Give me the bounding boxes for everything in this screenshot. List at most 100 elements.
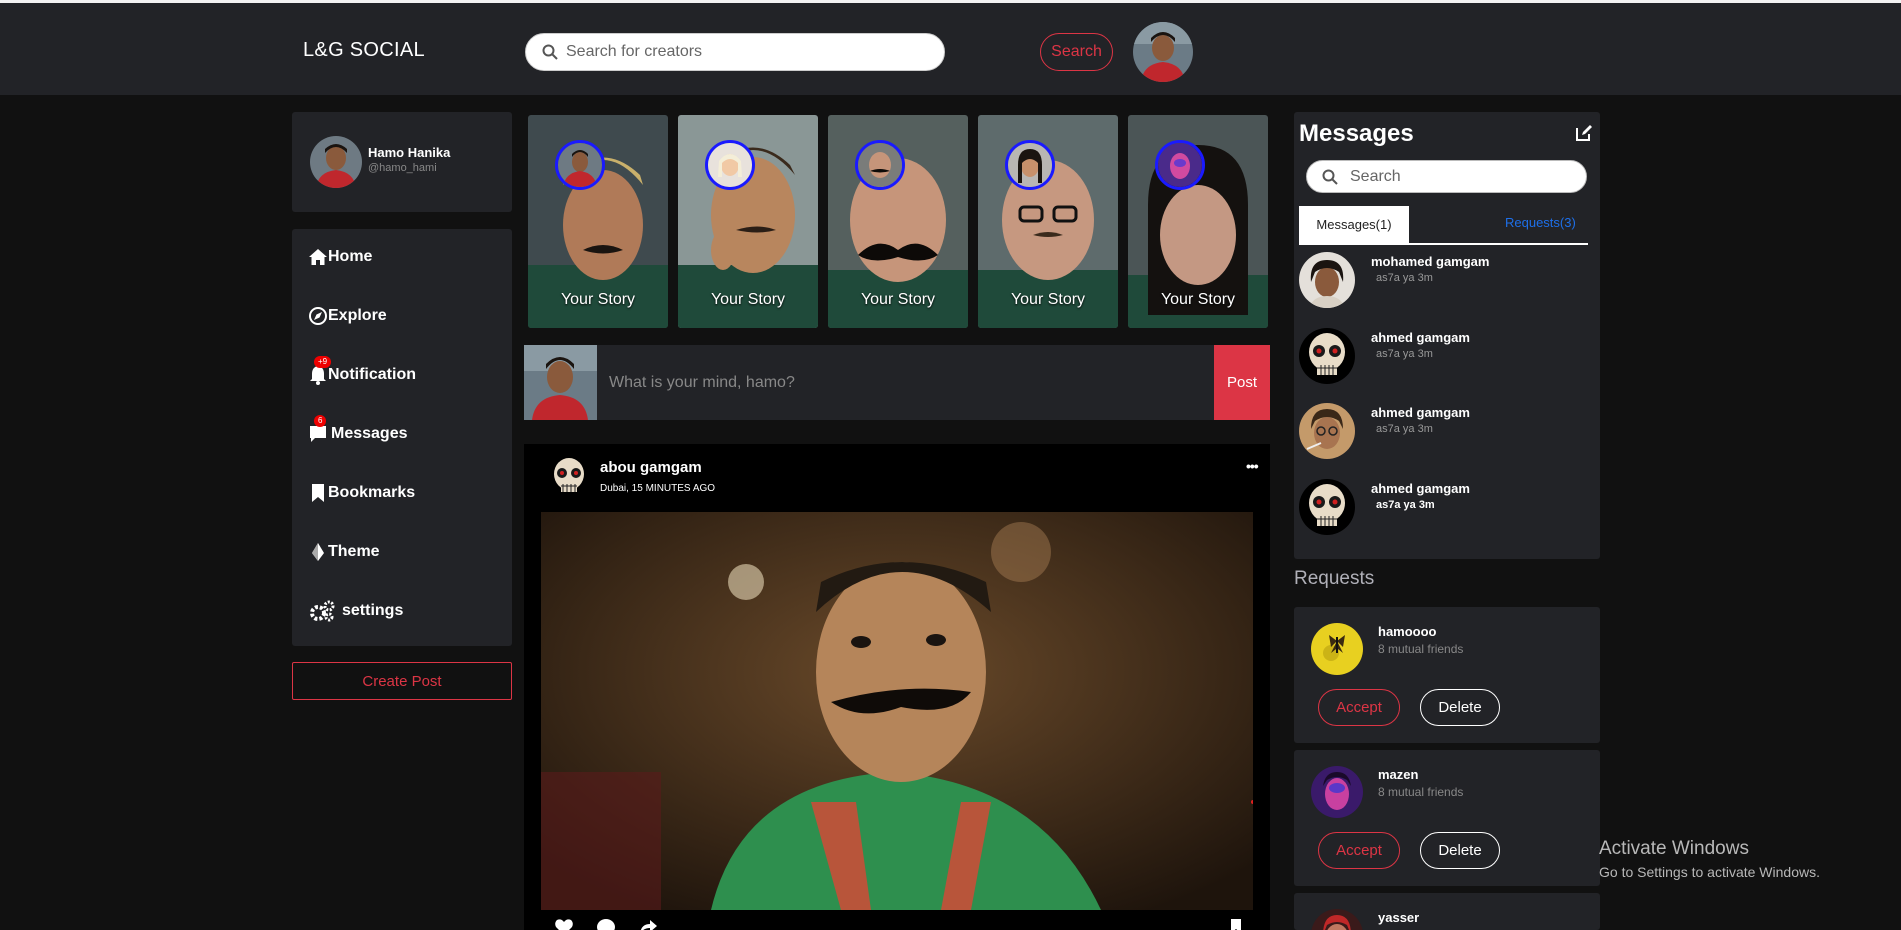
friend-request-card: yasser [1294, 893, 1600, 930]
requester-name: mazen [1378, 767, 1419, 782]
sidebar-item-home[interactable]: Home [308, 247, 372, 267]
contact-name: mohamed gamgam [1371, 254, 1490, 269]
friend-request-card: hamoooo 8 mutual friends Accept Delete [1294, 607, 1600, 743]
message-preview: as7a ya 3m [1376, 348, 1433, 360]
post-media[interactable] [541, 512, 1253, 910]
story-card[interactable]: Your Story [528, 115, 668, 328]
story-avatar [555, 140, 605, 190]
tab-requests[interactable]: Requests(3) [1505, 215, 1576, 230]
message-item[interactable]: ahmed gamgam as7a ya 3m [1299, 403, 1589, 467]
composer-input[interactable] [609, 365, 1209, 401]
mutual-friends: 8 mutual friends [1378, 785, 1464, 799]
story-card[interactable]: Your Story [678, 115, 818, 328]
sidebar-item-settings[interactable]: settings [308, 600, 404, 622]
bell-icon: +9 [308, 356, 332, 385]
search-icon [1322, 169, 1338, 185]
edit-icon[interactable] [1574, 123, 1594, 143]
bookmark-icon[interactable] [1230, 918, 1242, 930]
messages-search-box[interactable] [1306, 160, 1587, 193]
creator-search-box[interactable] [525, 33, 945, 71]
post-button[interactable]: Post [1214, 345, 1270, 420]
sidebar-item-label: Theme [328, 543, 380, 560]
story-card[interactable]: Your Story [828, 115, 968, 328]
share-icon[interactable] [638, 918, 658, 930]
profile-name: Hamo Hanika [368, 145, 451, 160]
story-avatar [855, 140, 905, 190]
post-author-avatar[interactable] [549, 456, 589, 500]
post-location-time: Dubai, 15 MINUTES AGO [600, 483, 716, 494]
profile-avatar [310, 136, 362, 188]
search-icon [542, 44, 558, 60]
story-label: Your Story [1010, 291, 1086, 308]
story-card[interactable]: Your Story [978, 115, 1118, 328]
sidebar-item-label: Home [328, 248, 373, 265]
compass-icon [308, 306, 328, 326]
bookmark-icon [308, 483, 328, 503]
gear-icon [308, 600, 336, 622]
messages-panel: Messages Messages(1) Requests(3) mohamed… [1294, 112, 1600, 559]
contact-name: ahmed gamgam [1371, 330, 1470, 345]
composer-avatar [524, 345, 597, 420]
sidebar-nav: Home Explore +9 Notification 6 Messages … [292, 229, 512, 646]
message-preview: as7a ya 3m [1376, 272, 1433, 284]
contact-avatar [1299, 403, 1355, 459]
requester-avatar [1311, 766, 1363, 818]
palette-icon [308, 542, 328, 562]
chat-icon: 6 [308, 415, 328, 444]
like-icon[interactable] [554, 918, 574, 930]
story-label: Your Story [1160, 291, 1236, 308]
story-label: Your Story [560, 291, 636, 308]
tab-divider [1299, 243, 1588, 245]
story-avatar [1005, 140, 1055, 190]
requester-name: yasser [1378, 910, 1420, 925]
delete-button[interactable]: Delete [1420, 689, 1500, 726]
activate-windows-watermark: Activate Windows Go to Settings to activ… [1599, 838, 1820, 880]
post-author-name[interactable]: abou gamgam [600, 459, 702, 476]
sidebar-item-explore[interactable]: Explore [308, 306, 387, 326]
comment-icon[interactable] [596, 918, 616, 930]
more-options-icon[interactable]: ••• [1246, 458, 1259, 474]
sidebar-item-bookmarks[interactable]: Bookmarks [308, 483, 415, 503]
tab-messages[interactable]: Messages(1) [1299, 206, 1409, 244]
contact-name: ahmed gamgam [1371, 481, 1470, 496]
accept-button[interactable]: Accept [1318, 832, 1400, 869]
sidebar-item-messages[interactable]: 6 Messages [308, 415, 408, 444]
story-avatar [1155, 140, 1205, 190]
creator-search-input[interactable] [566, 43, 926, 61]
sidebar-item-label: Explore [328, 307, 387, 324]
requester-name: hamoooo [1378, 624, 1437, 639]
stories-row: Your Story Your Story Your Story Your St… [528, 115, 1268, 328]
message-preview: as7a ya 3m [1376, 423, 1433, 435]
story-avatar [705, 140, 755, 190]
accept-button[interactable]: Accept [1318, 689, 1400, 726]
friend-request-card: mazen 8 mutual friends Accept Delete [1294, 750, 1600, 886]
post-composer: Post [524, 345, 1270, 420]
delete-button[interactable]: Delete [1420, 832, 1500, 869]
message-item[interactable]: ahmed gamgam as7a ya 3m [1299, 479, 1589, 543]
create-post-button[interactable]: Create Post [292, 662, 512, 700]
feed-post: abou gamgam Dubai, 15 MINUTES AGO ••• [524, 444, 1270, 930]
story-card[interactable]: Your Story [1128, 115, 1268, 328]
notification-badge: +9 [314, 356, 332, 368]
profile-handle: @hamo_hami [368, 162, 437, 174]
post-actions [554, 918, 658, 930]
watermark-subtitle: Go to Settings to activate Windows. [1599, 864, 1820, 880]
requests-title: Requests [1294, 568, 1375, 589]
contact-avatar [1299, 252, 1355, 308]
messages-search-input[interactable] [1350, 167, 1570, 186]
requester-avatar [1311, 623, 1363, 675]
contact-name: ahmed gamgam [1371, 405, 1470, 420]
message-item[interactable]: ahmed gamgam as7a ya 3m [1299, 328, 1589, 392]
profile-card[interactable]: Hamo Hanika @hamo_hami [292, 112, 512, 212]
message-preview: as7a ya 3m [1376, 499, 1435, 511]
sidebar-item-label: settings [342, 602, 404, 619]
search-button[interactable]: Search [1040, 33, 1113, 71]
message-item[interactable]: mohamed gamgam as7a ya 3m [1299, 252, 1589, 316]
mutual-friends: 8 mutual friends [1378, 642, 1464, 656]
sidebar-item-notification[interactable]: +9 Notification [308, 356, 416, 385]
app-logo[interactable]: L&G SOCIAL [303, 39, 425, 62]
user-avatar[interactable] [1133, 22, 1193, 82]
sidebar-item-theme[interactable]: Theme [308, 542, 380, 562]
sidebar-item-label: Messages [331, 425, 408, 442]
contact-avatar [1299, 328, 1355, 384]
